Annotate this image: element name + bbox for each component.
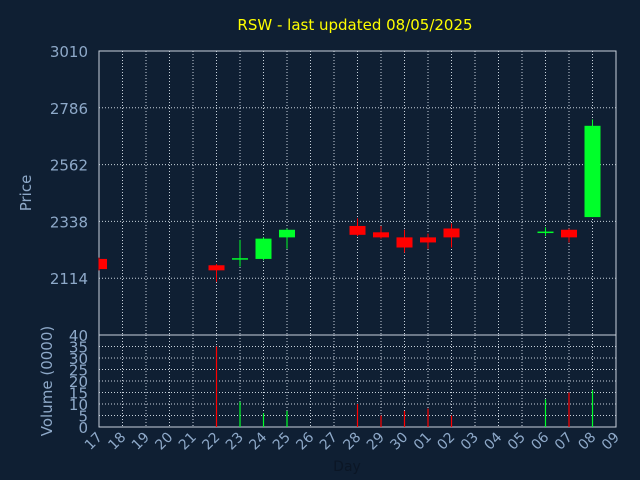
candle-body xyxy=(255,238,272,259)
day-axis-ticks: 17 18 19 20 21 22 23 24 25 26 27 28 29 30 01 02 03 04 05 06… xyxy=(82,429,623,453)
candle-body xyxy=(443,228,460,238)
price-tick-label: 2786 xyxy=(50,100,88,118)
candle-body xyxy=(373,232,389,238)
candle-body xyxy=(279,229,295,238)
price-tick-label: 2562 xyxy=(50,157,88,175)
volume-tick-label: 40 xyxy=(69,327,88,345)
x-axis-label: Day xyxy=(333,459,361,475)
candle-body xyxy=(396,237,413,248)
candle-17 xyxy=(98,257,107,271)
chart-title: RSW - last updated 08/05/2025 xyxy=(237,16,472,34)
candle-body xyxy=(420,237,436,243)
candle-body xyxy=(349,225,366,235)
candle-body xyxy=(208,265,225,271)
candle-body xyxy=(584,125,601,218)
price-tick-label: 2114 xyxy=(50,270,88,288)
candle-body xyxy=(561,229,577,238)
price-tick-label: 2338 xyxy=(50,213,88,231)
price-axis-label: Price xyxy=(17,175,35,212)
candle-08 xyxy=(584,119,601,218)
candle-body xyxy=(99,258,107,270)
candle-24 xyxy=(255,237,272,261)
chart-background xyxy=(0,0,640,480)
stock-chart: RSW - last updated 08/05/2025 2114 2338 25… xyxy=(0,0,640,480)
price-tick-label: 3010 xyxy=(50,43,88,61)
volume-axis-label: Volume (0000) xyxy=(38,326,56,436)
